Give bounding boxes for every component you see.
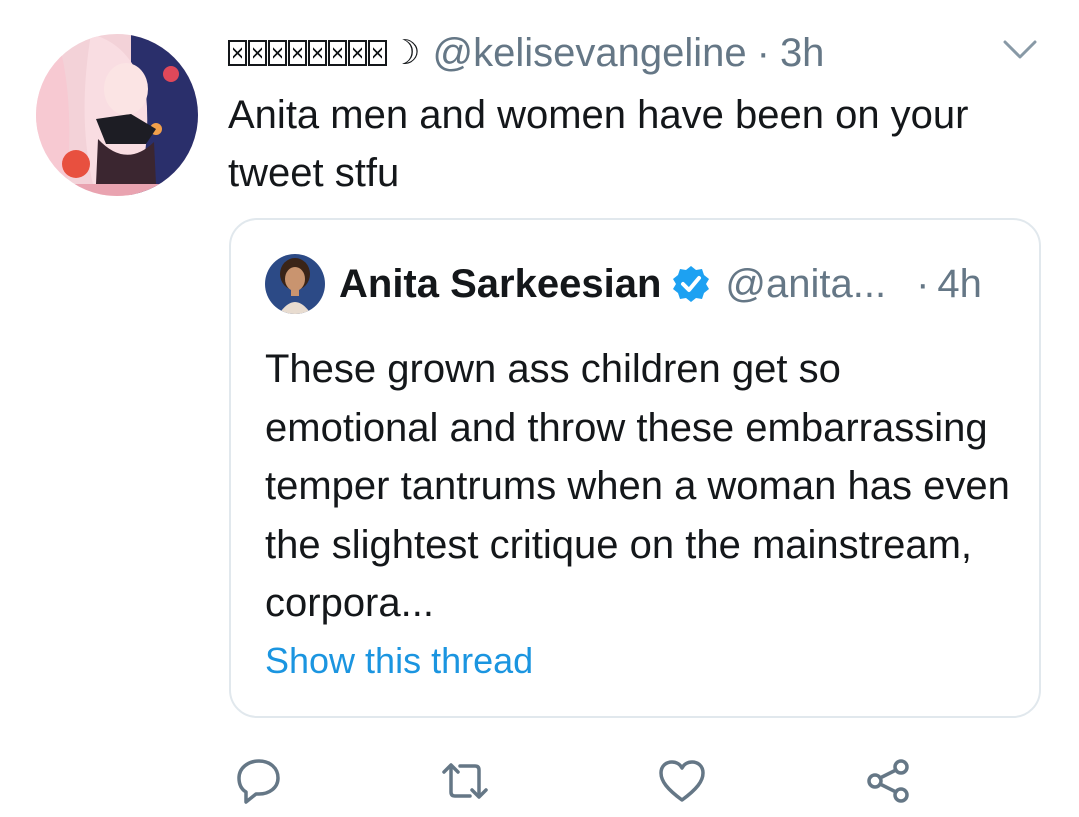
quoted-tweet-header: Anita Sarkeesian @anita... · 4h xyxy=(339,256,982,312)
quoted-user-handle[interactable]: @anita... xyxy=(725,262,886,307)
display-name-moon: ☽ xyxy=(390,34,421,72)
tweet-header: ☽ @kelisevangeline · 3h xyxy=(228,28,824,78)
retweet-icon[interactable] xyxy=(440,756,490,806)
reply-icon[interactable] xyxy=(234,756,284,806)
chevron-down-icon[interactable] xyxy=(1002,38,1038,62)
verified-badge-icon xyxy=(673,266,710,302)
user-handle[interactable]: @kelisevangeline xyxy=(432,31,746,76)
tweet-text: Anita men and women have been on your tw… xyxy=(228,93,969,195)
tweet-timestamp[interactable]: 3h xyxy=(780,31,825,76)
user-avatar[interactable] xyxy=(36,34,198,196)
quoted-separator-dot: · xyxy=(916,261,930,306)
quoted-display-name[interactable]: Anita Sarkeesian xyxy=(339,262,661,307)
share-icon[interactable] xyxy=(863,756,913,806)
quoted-user-avatar[interactable] xyxy=(265,254,325,314)
show-thread-link[interactable]: Show this thread xyxy=(265,640,533,682)
profile-photo xyxy=(265,254,325,314)
display-name[interactable] xyxy=(228,40,388,66)
separator-dot: · xyxy=(756,30,770,75)
quoted-timestamp[interactable]: 4h xyxy=(937,262,982,307)
quoted-tweet-text: These grown ass children get so emotiona… xyxy=(265,347,1010,625)
quoted-tweet-card[interactable]: Anita Sarkeesian @anita... · 4h These gr… xyxy=(229,218,1041,718)
anime-avatar-image xyxy=(36,34,198,196)
like-icon[interactable] xyxy=(657,756,707,806)
